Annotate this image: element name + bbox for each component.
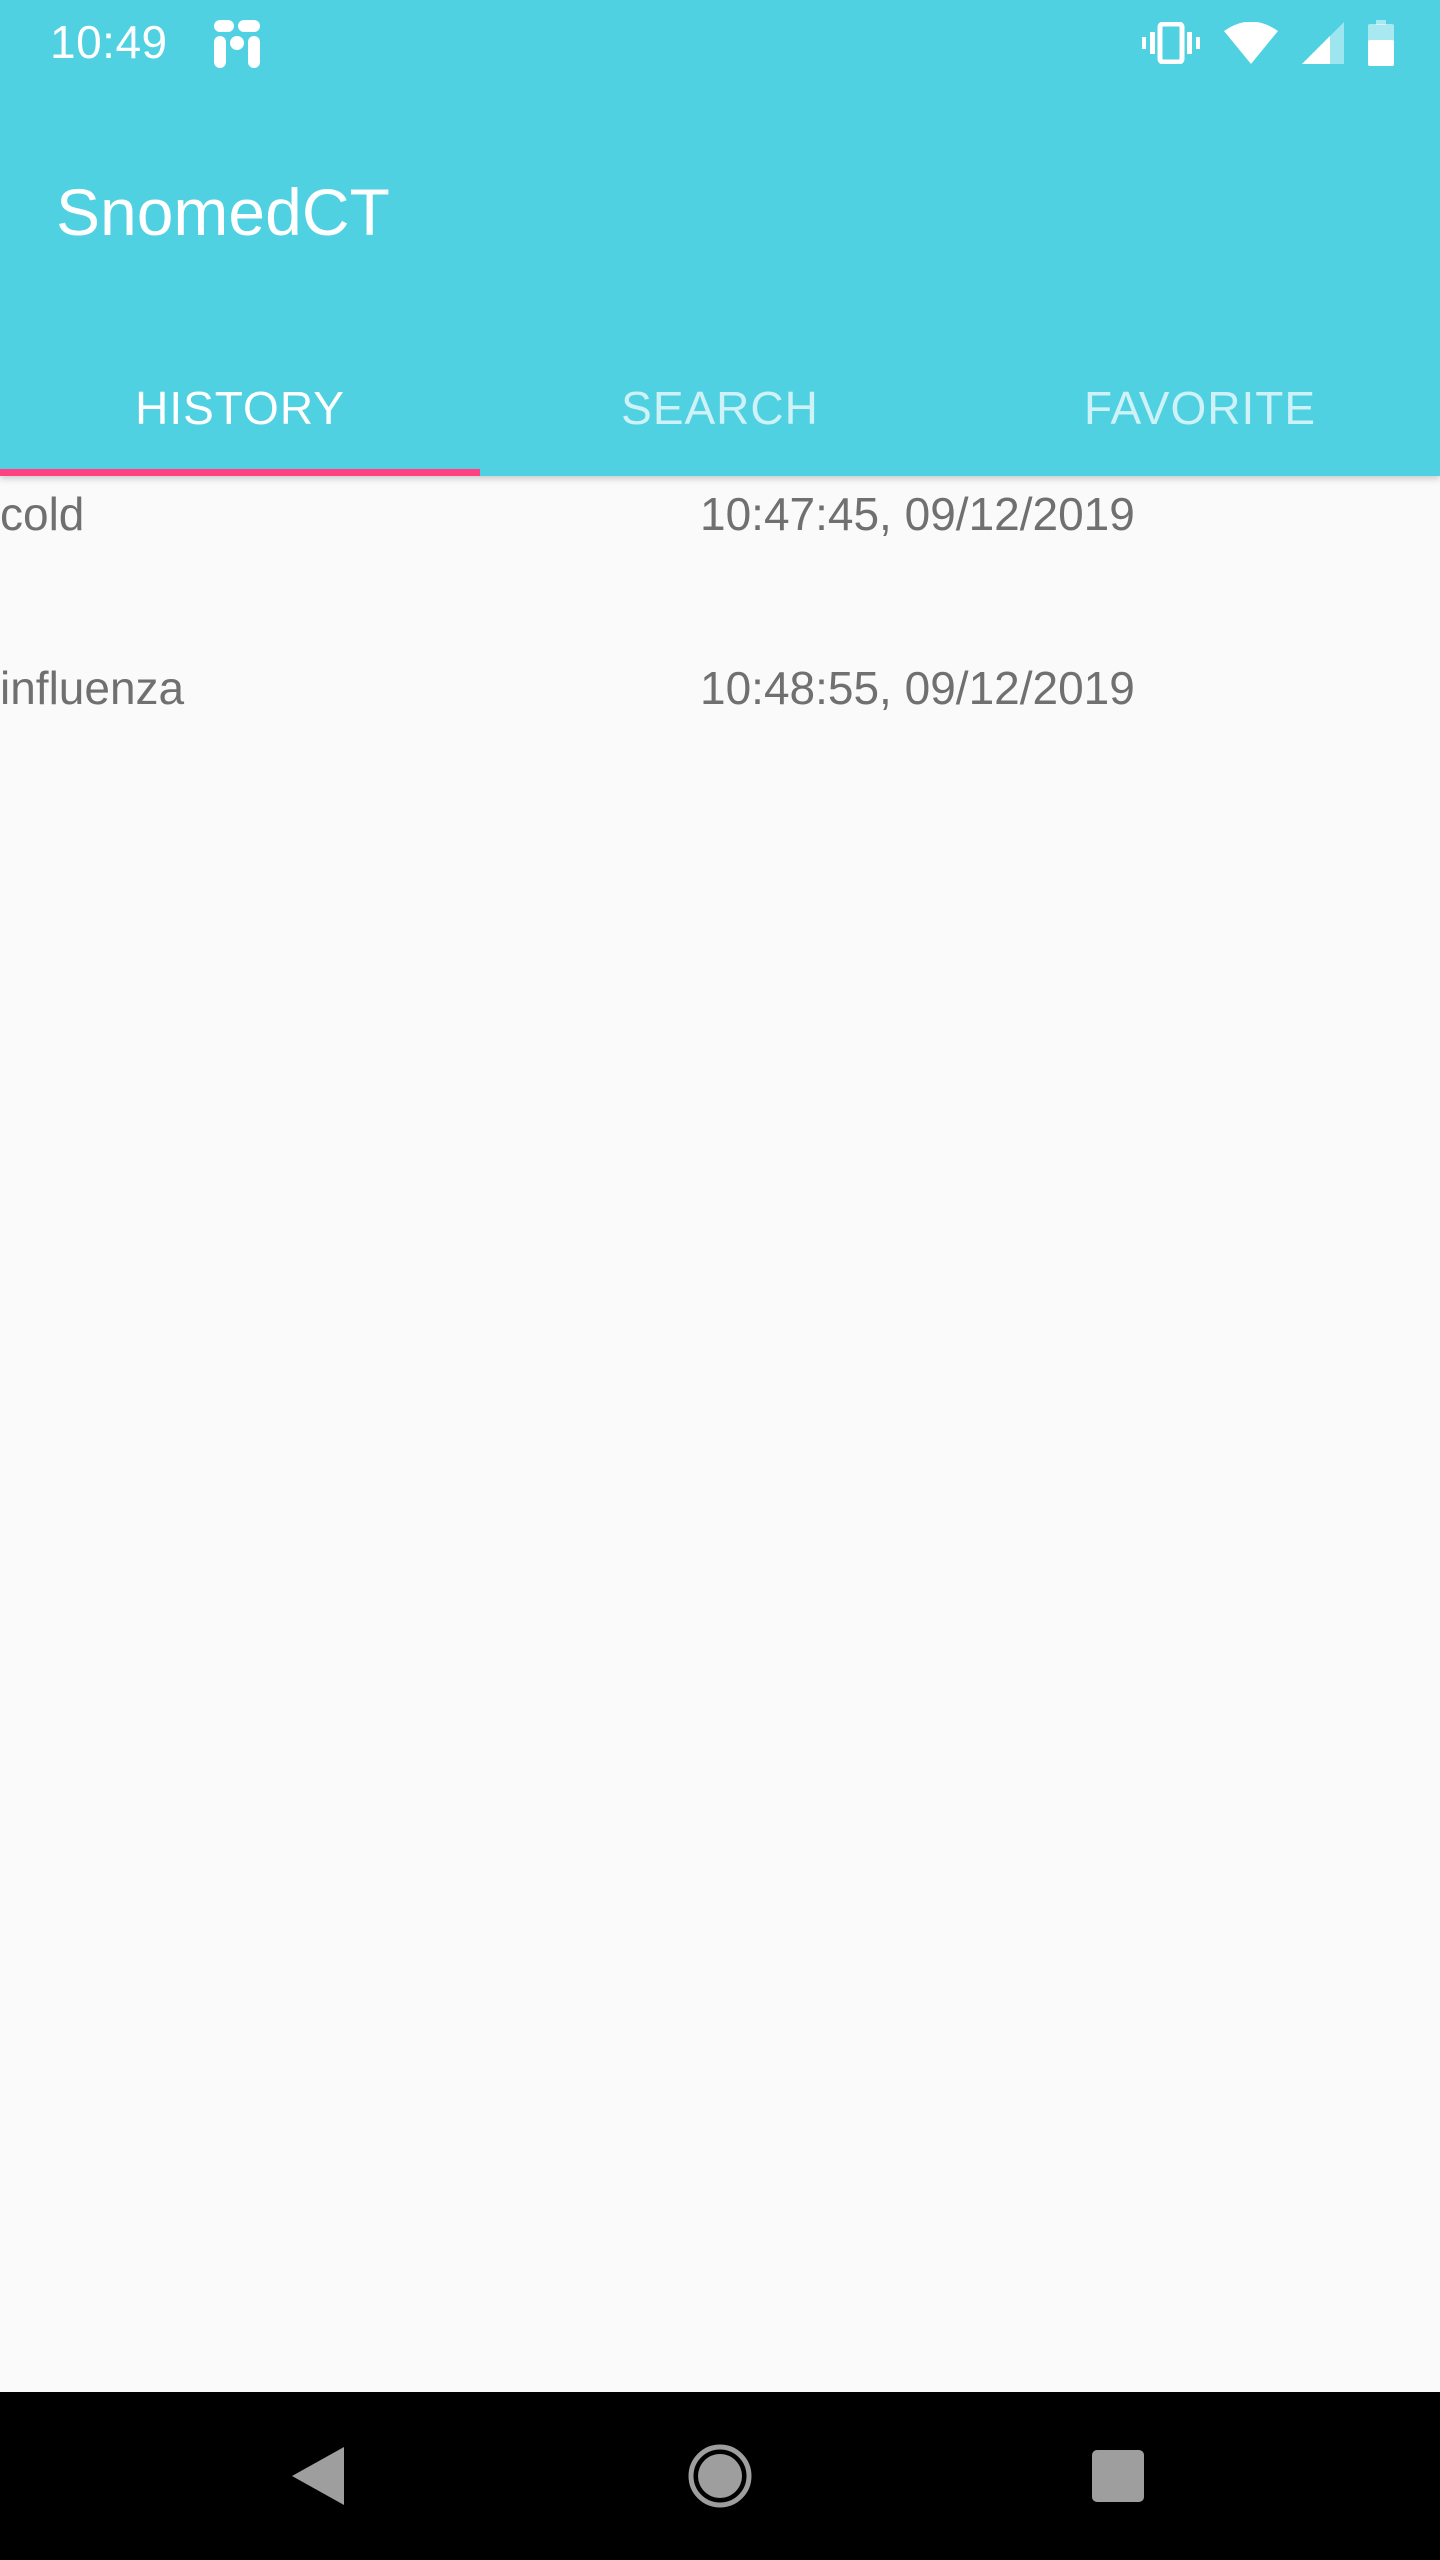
list-item[interactable]: influenza 10:48:55, 09/12/2019 [0, 650, 1440, 824]
history-list: cold 10:47:45, 09/12/2019 influenza 10:4… [0, 476, 1440, 2392]
tab-indicator [0, 469, 480, 476]
history-timestamp: 10:48:55, 09/12/2019 [700, 662, 1135, 714]
tab-search[interactable]: SEARCH [480, 340, 960, 476]
home-icon[interactable] [636, 2392, 804, 2560]
tab-favorite[interactable]: FAVORITE [960, 340, 1440, 476]
back-icon[interactable] [234, 2392, 402, 2560]
history-term: cold [0, 488, 85, 540]
list-item[interactable]: cold 10:47:45, 09/12/2019 [0, 476, 1440, 650]
notification-app-icon [212, 18, 262, 70]
battery-icon [1368, 20, 1394, 66]
status-time: 10:49 [50, 16, 168, 68]
vibrate-icon [1142, 22, 1200, 64]
app-title: SnomedCT [56, 175, 390, 249]
cellular-signal-icon [1302, 22, 1344, 64]
system-navigation-bar [0, 2392, 1440, 2560]
tab-history[interactable]: HISTORY [0, 340, 480, 476]
tab-bar: HISTORY SEARCH FAVORITE [0, 340, 1440, 476]
app-bar: 10:49 SnomedCT HISTORY SEARCH FAVORITE [0, 0, 1440, 476]
history-timestamp: 10:47:45, 09/12/2019 [700, 488, 1135, 540]
tab-search-label: SEARCH [621, 382, 819, 434]
history-term: influenza [0, 662, 185, 714]
status-icons [1142, 18, 1394, 68]
wifi-icon [1224, 22, 1278, 64]
tab-history-label: HISTORY [135, 382, 345, 434]
recents-icon[interactable] [1034, 2392, 1202, 2560]
status-bar: 10:49 [0, 0, 1440, 84]
tab-favorite-label: FAVORITE [1083, 382, 1317, 434]
